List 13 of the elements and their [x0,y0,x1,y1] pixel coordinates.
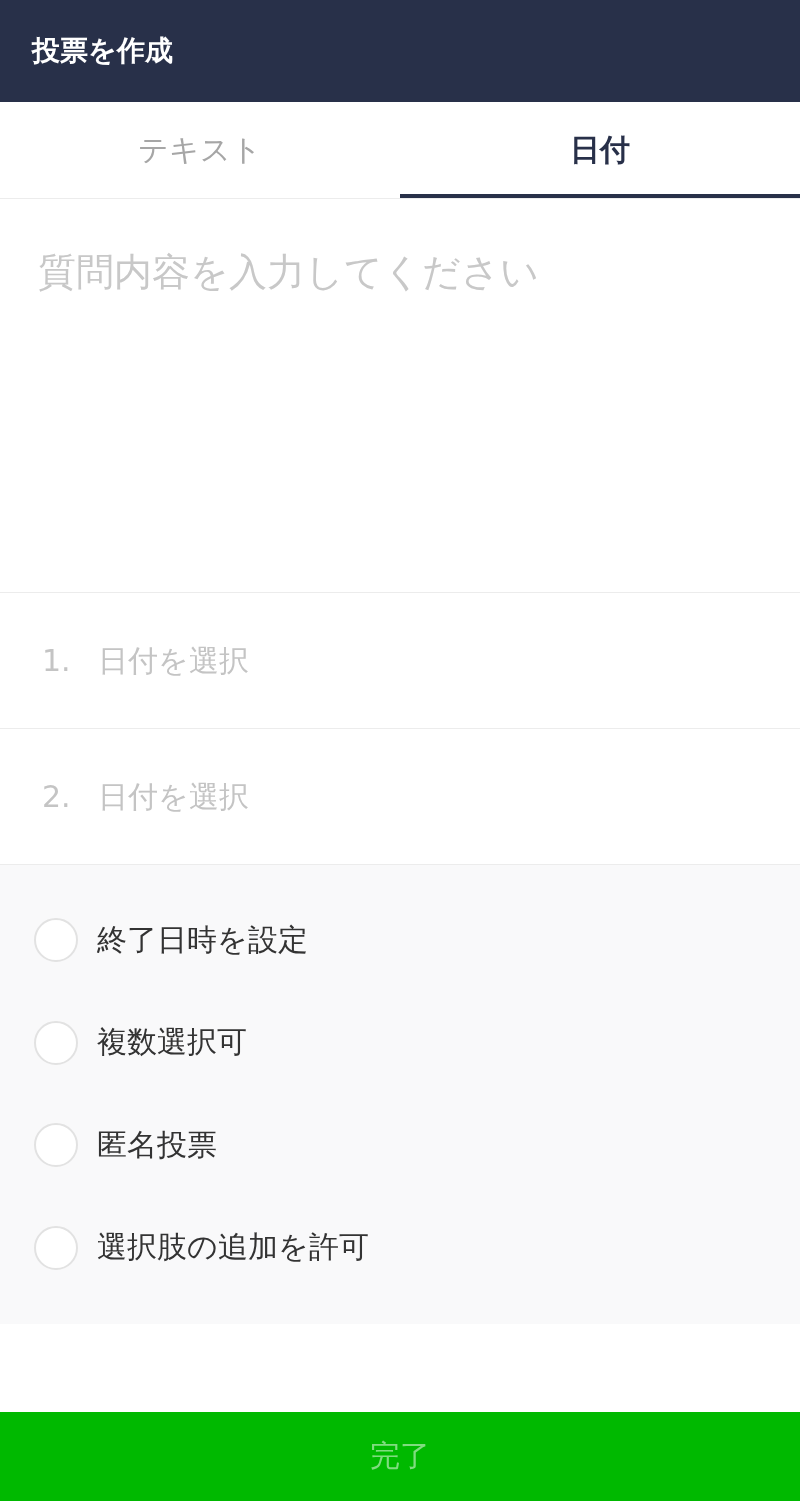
setting-label: 選択肢の追加を許可 [97,1228,369,1267]
checkbox[interactable] [34,1225,78,1270]
setting-label: 複数選択可 [97,1023,247,1062]
date-field[interactable]: 日付を選択 [98,630,800,691]
checkbox[interactable] [34,918,78,963]
checkbox[interactable] [34,1123,78,1168]
checkbox[interactable] [34,1020,78,1065]
option-number: 1. [42,643,72,678]
setting-label: 匿名投票 [97,1125,217,1164]
option-number: 2. [42,779,72,814]
date-field[interactable]: 日付を選択 [98,766,800,827]
setting-label: 終了日時を設定 [97,920,308,959]
page-title: 投票を作成 [32,33,173,69]
